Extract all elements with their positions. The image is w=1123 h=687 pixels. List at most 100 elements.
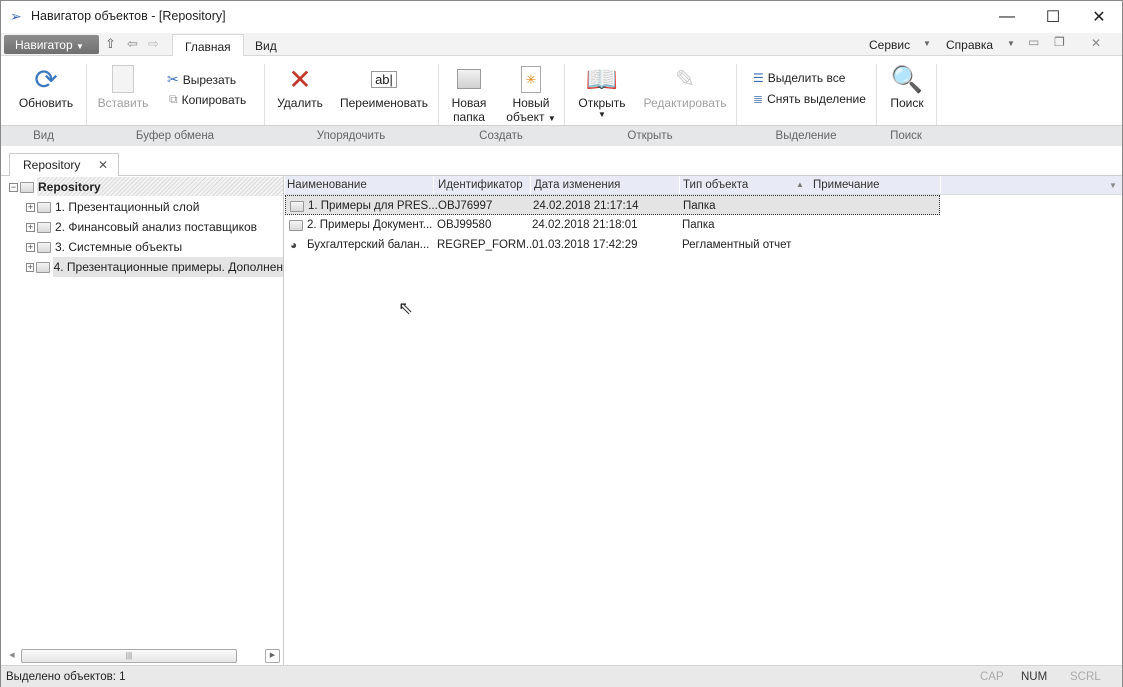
tab-repository[interactable]: Repository ✕: [9, 153, 119, 177]
tab-view[interactable]: Вид: [243, 34, 289, 56]
back-icon[interactable]: ⇦: [127, 36, 138, 52]
tree-item-label: 1. Презентационный слой: [55, 200, 200, 214]
column-header-type[interactable]: Тип объекта: [683, 179, 748, 191]
column-header-note[interactable]: Примечание: [813, 179, 880, 191]
object-list: Наименование Идентификатор Дата изменени…: [285, 176, 1122, 665]
sort-ascending-icon: ▲: [796, 180, 804, 189]
service-menu[interactable]: Сервис: [869, 38, 910, 52]
delete-button[interactable]: ✕ Удалить: [273, 62, 327, 111]
tab-main[interactable]: Главная: [172, 34, 244, 57]
column-header-date[interactable]: Дата изменения: [534, 179, 620, 191]
new-object-icon: ✳: [503, 62, 559, 96]
scrl-indicator: SCRL: [1070, 671, 1101, 683]
forward-icon[interactable]: ⇨: [148, 36, 159, 52]
book-icon: 📖: [585, 63, 619, 94]
tree-root-label: Repository: [38, 180, 101, 194]
collapse-icon[interactable]: −: [9, 182, 18, 192]
folder-icon: [20, 181, 34, 193]
group-label-view: Вид: [33, 130, 54, 142]
new-object-label-1: Новый: [512, 96, 550, 110]
copy-label: Копировать: [181, 92, 247, 107]
cell-type: Регламентный отчет: [682, 239, 792, 251]
tree-item[interactable]: +1. Презентационный слой: [26, 197, 199, 217]
refresh-button[interactable]: ⟳ Обновить: [13, 62, 79, 111]
mdi-restore-icon[interactable]: ❐: [1054, 35, 1065, 49]
refresh-label: Обновить: [18, 96, 74, 110]
select-all-button[interactable]: ☰ Выделить все: [753, 71, 845, 85]
copy-icon: ⧉: [169, 92, 178, 106]
close-tab-icon[interactable]: ✕: [98, 158, 108, 172]
delete-label: Удалить: [277, 96, 323, 110]
scroll-left-icon[interactable]: ◀: [5, 649, 19, 663]
tree-item-label: 3. Системные объекты: [55, 240, 183, 254]
close-button[interactable]: ✕: [1076, 1, 1122, 33]
folder-icon: [290, 201, 304, 212]
paste-label: Вставить: [97, 96, 149, 110]
cell-date: 01.03.2018 17:42:29: [532, 239, 638, 251]
rename-button[interactable]: ab| Переименовать: [339, 62, 429, 110]
cell-name: 2. Примеры Документ...: [307, 219, 433, 231]
edit-label: Редактировать: [643, 96, 727, 110]
edit-button[interactable]: ✎ Редактировать: [641, 62, 729, 111]
menu-row: Навигатор ▼ ⇧ ⇦ ⇨ Главная Вид Сервис ▼ С…: [1, 33, 1122, 57]
tab-repository-label: Repository: [23, 158, 81, 172]
navigator-label: Навигатор: [15, 38, 73, 52]
mdi-minimize-icon[interactable]: ▭: [1028, 35, 1039, 49]
navigator-menu-button[interactable]: Навигатор ▼: [4, 35, 99, 54]
tree-root[interactable]: − Repository: [9, 177, 101, 197]
tree-item[interactable]: +3. Системные объекты: [26, 237, 182, 257]
cut-label: Вырезать: [182, 72, 237, 87]
list-header: Наименование Идентификатор Дата изменени…: [285, 176, 1122, 195]
maximize-button[interactable]: ☐: [1030, 1, 1076, 33]
object-tree: − Repository +1. Презентационный слой +2.…: [1, 176, 284, 665]
refresh-icon: ⟳: [34, 63, 58, 95]
new-object-label-2: объект: [506, 110, 545, 124]
pencil-icon: ✎: [674, 65, 696, 93]
open-button[interactable]: 📖 Открыть ▼: [573, 62, 631, 120]
cut-button[interactable]: ✂ Вырезать: [167, 71, 236, 88]
column-header-id[interactable]: Идентификатор: [438, 179, 523, 191]
list-row[interactable]: 2. Примеры Документ... OBJ99580 24.02.20…: [285, 215, 940, 235]
new-object-button[interactable]: ✳ Новый объект ▼: [503, 62, 559, 124]
open-label: Открыть: [578, 96, 626, 110]
title-bar: ➢ Навигатор объектов - [Repository] — ☐ …: [1, 1, 1122, 33]
group-label-selection: Выделение: [775, 130, 837, 142]
expand-icon[interactable]: +: [26, 202, 35, 212]
group-label-create: Создать: [479, 130, 523, 142]
column-chooser-icon[interactable]: ▼: [1109, 181, 1117, 190]
scroll-thumb[interactable]: |||: [21, 649, 237, 663]
folder-icon: [289, 220, 303, 231]
scroll-right-icon[interactable]: ▶: [265, 649, 280, 663]
list-row[interactable]: ◕ Бухгалтерский балан... REGREP_FORM... …: [285, 235, 940, 255]
tree-item[interactable]: +2. Финансовый анализ поставщиков: [26, 217, 257, 237]
list-row-selected[interactable]: 1. Примеры для PRES... OBJ76997 24.02.20…: [285, 195, 940, 215]
search-button[interactable]: 🔍 Поиск: [885, 62, 929, 111]
deselect-icon: ≣: [753, 92, 764, 106]
delete-x-icon: ✕: [288, 63, 312, 95]
tree-item-label: 2. Финансовый анализ поставщиков: [55, 220, 258, 234]
minimize-button[interactable]: —: [984, 1, 1030, 33]
new-folder-button[interactable]: Новая папка: [447, 62, 491, 124]
search-icon: 🔍: [890, 63, 924, 94]
deselect-label: Снять выделение: [767, 92, 866, 106]
tree-horizontal-scrollbar[interactable]: ◀ ||| ▶: [5, 648, 282, 664]
dropdown-icon: ▼: [547, 114, 556, 123]
deselect-button[interactable]: ≣ Снять выделение: [753, 92, 866, 106]
up-icon[interactable]: ⇧: [105, 36, 116, 52]
expand-icon[interactable]: +: [26, 222, 35, 232]
clipboard-icon: [93, 62, 153, 96]
help-dropdown-icon[interactable]: ▼: [1007, 39, 1015, 48]
scissors-icon: ✂: [167, 71, 179, 87]
expand-icon[interactable]: +: [26, 242, 35, 252]
help-menu[interactable]: Справка: [946, 38, 993, 52]
expand-icon[interactable]: +: [26, 262, 35, 272]
tree-item-selected[interactable]: +4. Презентационные примеры. Дополнен: [26, 257, 283, 277]
mdi-close-icon[interactable]: ✕: [1091, 36, 1101, 50]
service-dropdown-icon[interactable]: ▼: [923, 39, 931, 48]
cell-name: Бухгалтерский балан...: [307, 239, 430, 251]
column-header-name[interactable]: Наименование: [287, 179, 367, 191]
cell-date: 24.02.2018 21:18:01: [532, 219, 638, 231]
copy-button[interactable]: ⧉ Копировать: [169, 92, 246, 107]
group-label-open: Открыть: [627, 130, 673, 142]
paste-button[interactable]: Вставить: [93, 62, 153, 110]
